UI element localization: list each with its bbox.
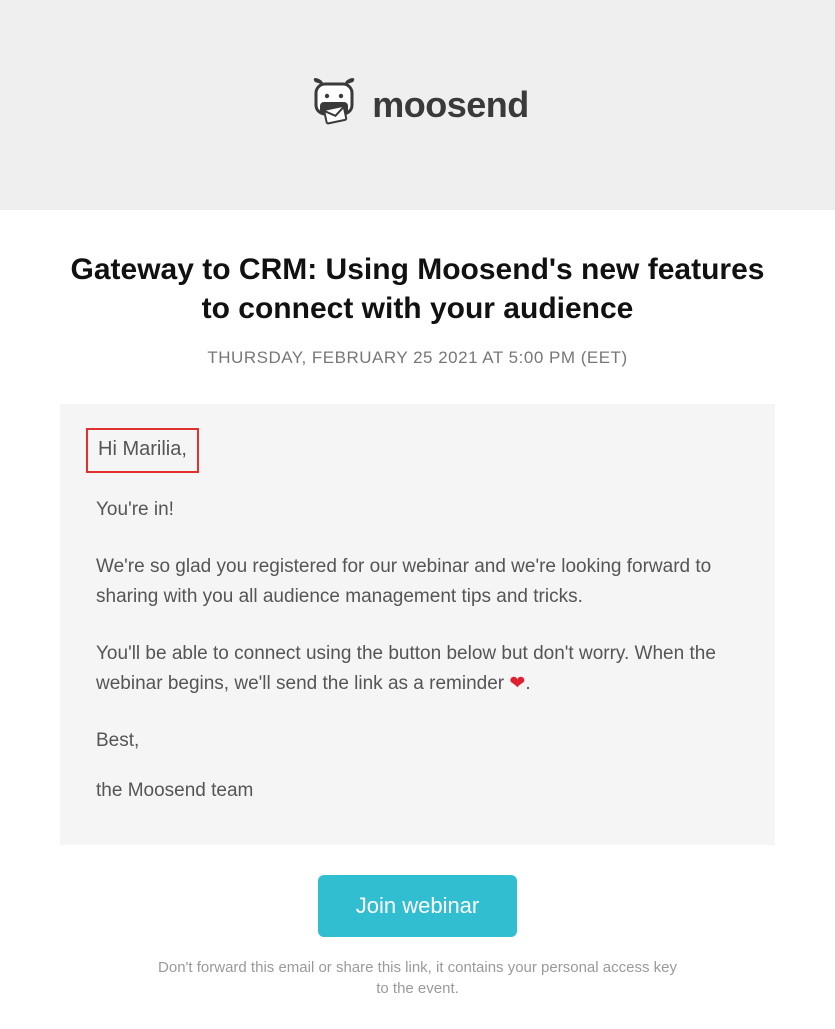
signature: the Moosend team bbox=[96, 776, 739, 805]
message-body: Hi Marilia, You're in! We're so glad you… bbox=[60, 404, 775, 845]
greeting-text: Hi Marilia, bbox=[98, 438, 187, 460]
join-webinar-button[interactable]: Join webinar bbox=[318, 875, 518, 937]
body-paragraph-1: You're in! bbox=[96, 495, 739, 524]
greeting-highlight: Hi Marilia, bbox=[86, 428, 199, 473]
body-paragraph-2: We're so glad you registered for our web… bbox=[96, 552, 739, 611]
heart-icon: ❤ bbox=[509, 673, 525, 694]
email-header: moosend bbox=[0, 0, 835, 210]
signoff: Best, bbox=[96, 726, 739, 755]
event-datetime: THURSDAY, FEBRUARY 25 2021 AT 5:00 PM (E… bbox=[60, 348, 775, 368]
brand-name: moosend bbox=[372, 84, 529, 126]
cow-icon bbox=[306, 76, 362, 135]
cta-row: Join webinar bbox=[60, 875, 775, 937]
disclaimer-text: Don't forward this email or share this l… bbox=[60, 957, 775, 999]
body-paragraph-3: You'll be able to connect using the butt… bbox=[96, 639, 739, 698]
brand-logo: moosend bbox=[306, 76, 529, 135]
email-content: Gateway to CRM: Using Moosend's new feat… bbox=[0, 210, 835, 1029]
page-title: Gateway to CRM: Using Moosend's new feat… bbox=[60, 250, 775, 328]
